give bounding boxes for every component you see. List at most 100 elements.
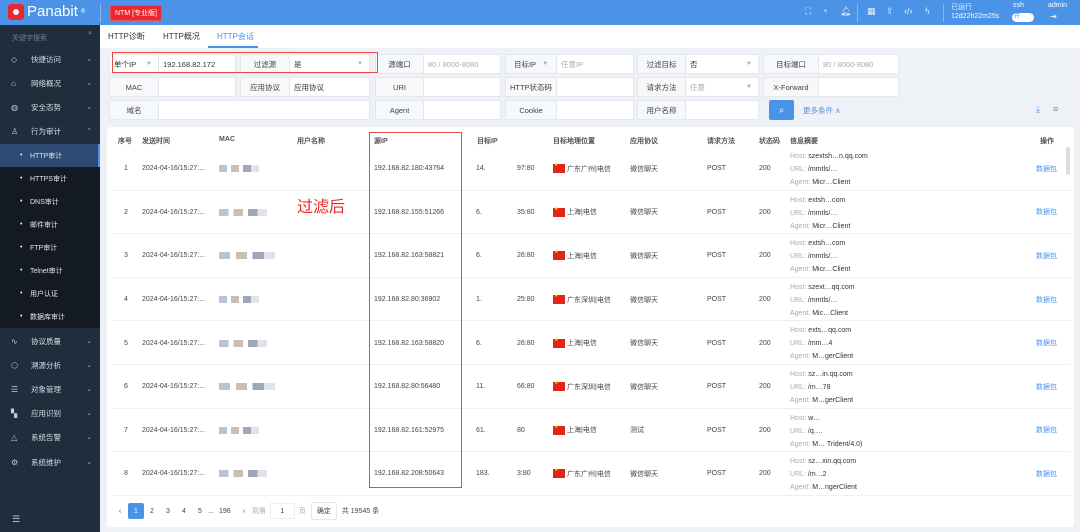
row-app: 测试: [630, 427, 644, 435]
sidebar-search[interactable]: 关键字搜索 ⌕: [0, 25, 100, 47]
flash-icon[interactable]: ϟ: [925, 6, 930, 16]
dst-ip-input[interactable]: 任意IP: [556, 54, 634, 74]
page-3[interactable]: 3: [160, 503, 176, 519]
row-summary: Host: w… URL: /q.… Agent: M… Trident/4.0…: [790, 412, 862, 451]
uri-input[interactable]: [423, 77, 501, 97]
packet-link[interactable]: 数据包: [1036, 321, 1057, 365]
sidebar-sub-https[interactable]: • HTTPS审计: [0, 167, 100, 190]
database-icon: ☰: [11, 384, 19, 394]
row-time: 2024-04-16/15:27:...: [142, 339, 206, 347]
sidebar-item-behavior-audit[interactable]: ♙ 行为审计 ⌃: [0, 119, 100, 143]
search-icon: ⌕: [778, 104, 785, 116]
row-summary: Host: extsh…com URL: /mmtls/… Agent: Mic…: [790, 237, 850, 276]
chevron-down-icon: ⌄: [86, 80, 92, 87]
packet-link[interactable]: 数据包: [1036, 234, 1057, 278]
row-geo: 广东深圳|电信: [553, 365, 611, 409]
goto-page-input[interactable]: 1: [269, 503, 295, 519]
sidebar-sub-ftp[interactable]: • FTP审计: [0, 236, 100, 259]
status-input[interactable]: [556, 77, 634, 97]
sidebar-item-label: 系统告警: [31, 432, 61, 442]
sidebar-item-trace[interactable]: ⬡ 溯源分析 ⌄: [0, 353, 100, 377]
table-row: 6 2024-04-16/15:27:... 192.168.82.80:564…: [112, 365, 1070, 409]
user-audit-icon: ♙: [11, 126, 19, 136]
xforward-input[interactable]: [818, 77, 899, 97]
search-button[interactable]: ⌕: [769, 100, 794, 120]
download-icon[interactable]: ⤓: [1036, 104, 1040, 115]
row-geo-text: 广东深圳|电信: [567, 296, 611, 304]
packet-link[interactable]: 数据包: [1036, 365, 1057, 409]
sidebar-item-quick-access[interactable]: ◇ 快捷访问 ⌄: [0, 47, 100, 71]
fullscreen-icon[interactable]: ⛶: [805, 6, 811, 17]
sidebar-sub-user-auth[interactable]: • 用户认证: [0, 282, 100, 305]
sidebar-item-network[interactable]: ⌂ 网络概况 ⌄: [0, 71, 100, 95]
tab-http-overview[interactable]: HTTP概况: [163, 31, 200, 42]
sort-icon[interactable]: ≡: [1053, 104, 1058, 114]
more-conditions-link[interactable]: 更多条件 ∧: [803, 105, 841, 116]
qrcode-icon[interactable]: ▦: [867, 6, 876, 17]
sidebar-sub-dns[interactable]: • DNS审计: [0, 190, 100, 213]
page-1[interactable]: 1: [128, 503, 144, 519]
agent-input[interactable]: [423, 100, 501, 120]
packet-link[interactable]: 数据包: [1036, 452, 1057, 496]
packet-link[interactable]: 数据包: [1036, 278, 1057, 322]
bell-icon[interactable]: 🔔︎: [840, 6, 851, 17]
page-2[interactable]: 2: [144, 503, 160, 519]
next-page-icon[interactable]: ›: [236, 503, 252, 519]
src-port-input[interactable]: 80 / 8000-8080: [423, 54, 501, 74]
cookie-input[interactable]: [556, 100, 634, 120]
sidebar-sub-database[interactable]: • 数据库审计: [0, 305, 100, 328]
sidebar-item-protocol-quality[interactable]: ∿ 协议质量 ⌄: [0, 329, 100, 353]
row-time: 2024-04-16/15:27:...: [142, 252, 206, 260]
sidebar-item-alerts[interactable]: △ 系统告警 ⌄: [0, 425, 100, 449]
dashboard-icon[interactable]: ◔: [822, 6, 827, 16]
user-name[interactable]: admin: [1048, 2, 1067, 9]
page-4[interactable]: 4: [176, 503, 192, 519]
logout-icon[interactable]: ⇥: [1050, 12, 1057, 21]
packet-link[interactable]: 数据包: [1036, 147, 1057, 191]
sidebar-item-app-id[interactable]: ▚ 应用识别 ⌄: [0, 401, 100, 425]
row-dst-ip-start: 6.: [476, 208, 482, 216]
chevron-down-icon: ⌄: [86, 459, 92, 466]
code-icon[interactable]: ‹/›: [904, 6, 913, 16]
page-5[interactable]: 5: [192, 503, 208, 519]
app-input[interactable]: 应用协议: [289, 77, 370, 97]
dropdown-icon: ▼: [746, 61, 752, 67]
prev-page-icon[interactable]: ‹: [112, 503, 128, 519]
sidebar-sub-label: HTTP审计: [30, 152, 63, 160]
sidebar-sub-http[interactable]: • HTTP审计: [0, 144, 100, 167]
dst-port-input[interactable]: 80 / 8000-8080: [818, 54, 899, 74]
tab-http-diagnosis[interactable]: HTTP诊断: [108, 31, 145, 42]
sidebar-item-security[interactable]: ◍ 安全态势 ⌄: [0, 95, 100, 119]
sidebar-item-objects[interactable]: ☰ 对象管理 ⌄: [0, 377, 100, 401]
host-value: szext…qq.com: [808, 283, 855, 291]
sidebar-sub-label: 数据库审计: [30, 313, 65, 321]
method-select[interactable]: 任意 ▼: [685, 77, 759, 97]
domain-input[interactable]: [158, 100, 370, 120]
tab-http-session[interactable]: HTTP会话: [217, 31, 254, 42]
row-dst-ip-end: 66:80: [517, 383, 535, 391]
china-flag-icon: [553, 249, 565, 261]
sidebar-sub-mail[interactable]: • 邮件审计: [0, 213, 100, 236]
sidebar-item-maintenance[interactable]: ⚙ 系统维护 ⌄: [0, 450, 100, 474]
confirm-button[interactable]: 确定: [310, 502, 337, 520]
filter-dst-select[interactable]: 否 ▼: [685, 54, 759, 74]
logo-mark-icon: [8, 3, 24, 20]
username-input[interactable]: [685, 100, 759, 120]
chevron-down-icon: ⌄: [86, 434, 92, 441]
packet-link[interactable]: 数据包: [1036, 409, 1057, 453]
sidebar-sub-telnet[interactable]: • Telnet审计: [0, 259, 100, 282]
sidebar-sub-label: 邮件审计: [30, 221, 58, 229]
table-scrollbar[interactable]: [1066, 147, 1070, 175]
collapse-menu-icon[interactable]: ☰: [12, 514, 20, 525]
mac-input[interactable]: [158, 77, 236, 97]
search-icon[interactable]: ⌕: [88, 30, 92, 38]
agent-key: Agent:: [790, 440, 811, 448]
dst-ip-type-select[interactable]: 目标IP ▼: [505, 54, 557, 74]
ssh-toggle[interactable]: 开: [1012, 13, 1034, 22]
page-last[interactable]: 196: [214, 503, 236, 519]
packet-link[interactable]: 数据包: [1036, 191, 1057, 235]
dropdown-icon: ▼: [542, 61, 549, 67]
upload-icon[interactable]: ⇪: [886, 6, 894, 17]
host-key: Host:: [790, 283, 807, 291]
chevron-up-icon: ⌃: [86, 128, 92, 135]
